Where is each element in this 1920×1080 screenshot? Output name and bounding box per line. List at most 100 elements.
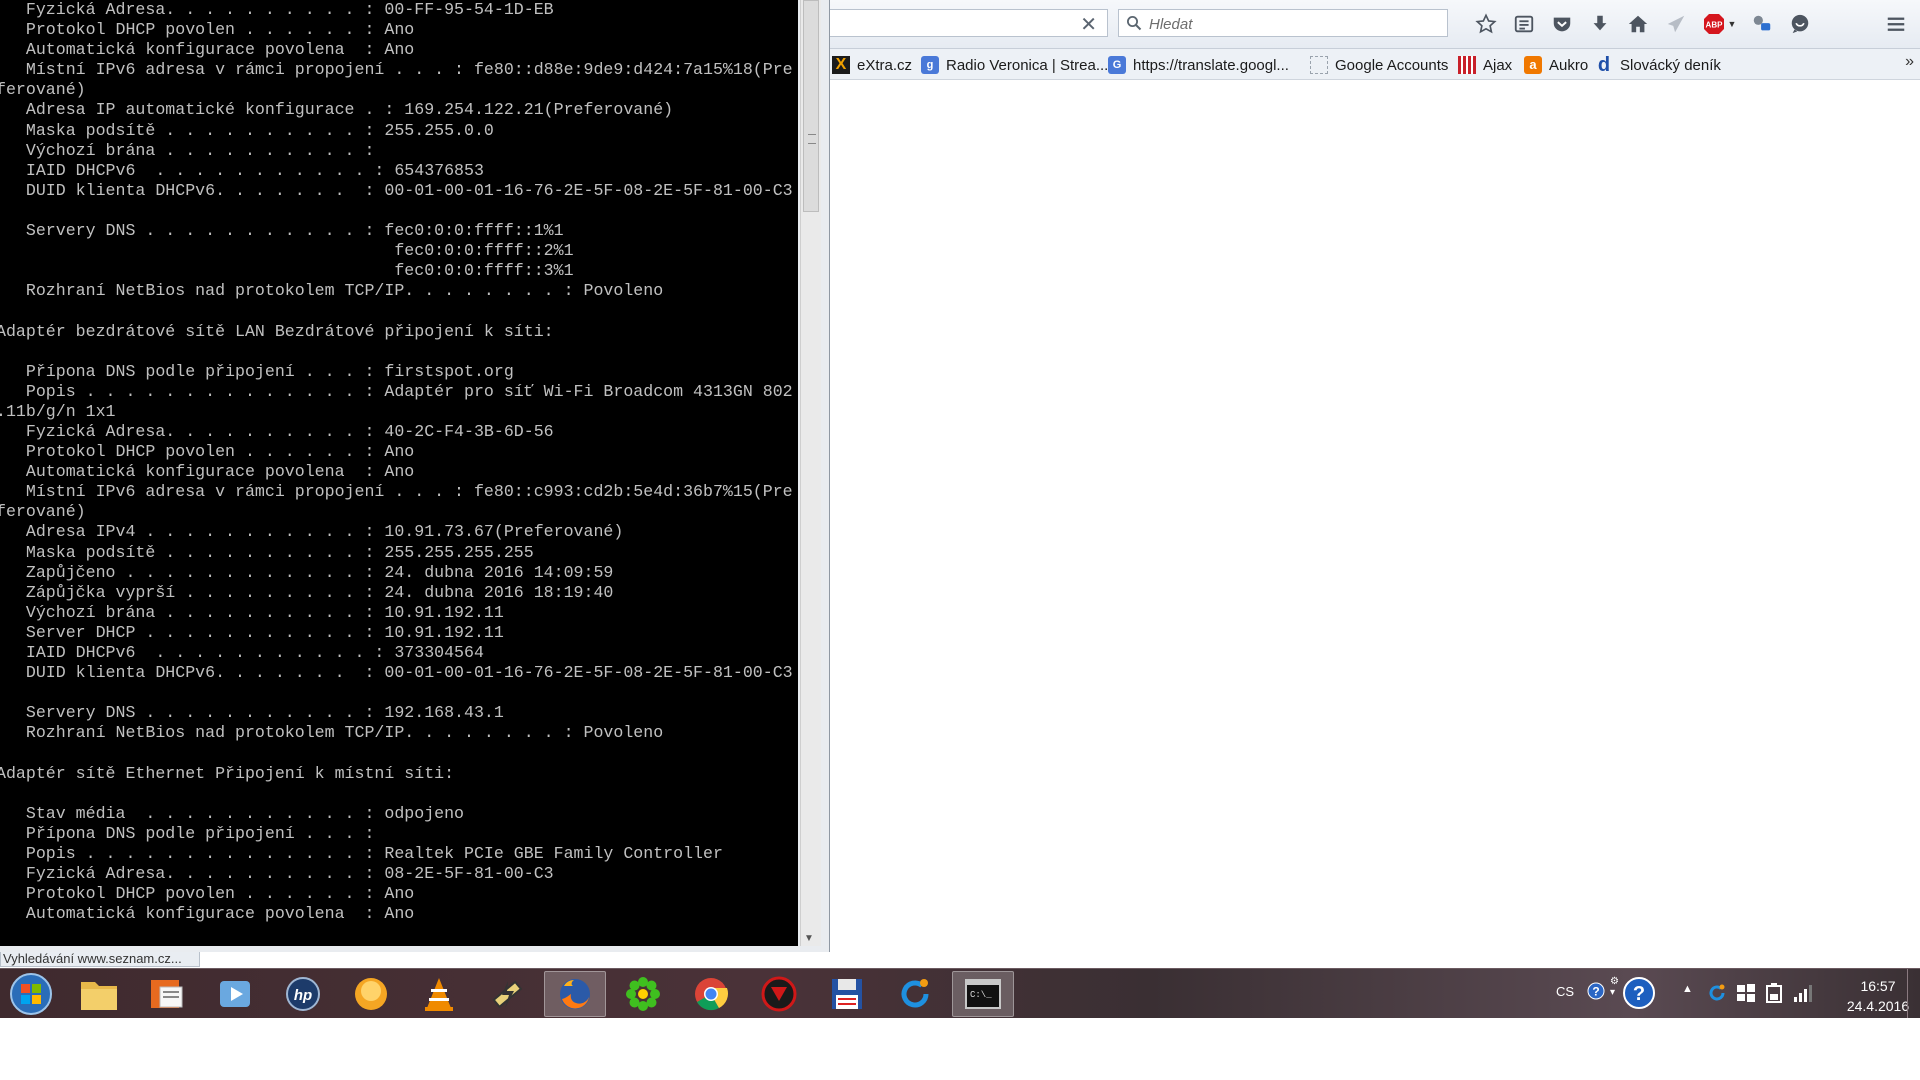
adblock-icon: ABP bbox=[1703, 14, 1724, 34]
clock-time[interactable]: 16:57 bbox=[1838, 978, 1918, 994]
console-line: Výchozí brána . . . . . . . . . . : 10.9… bbox=[0, 602, 504, 622]
bookmark-translate[interactable]: G https://translate.googl... bbox=[1108, 55, 1289, 75]
chevron-down-icon: ▼ bbox=[1727, 19, 1737, 29]
bookmark-label: Slovácký deník bbox=[1620, 56, 1721, 74]
console-line: Protokol DHCP povolen . . . . . . : Ano bbox=[0, 884, 415, 904]
taskbar-tool[interactable] bbox=[476, 971, 538, 1017]
search-icon bbox=[1127, 16, 1142, 31]
extra-icon: X bbox=[832, 56, 850, 74]
console-line: Přípona DNS podle připojení . . . : bbox=[0, 823, 375, 843]
bookmark-label: eXtra.cz bbox=[857, 56, 913, 74]
bookmark-google-accounts[interactable]: Google Accounts bbox=[1310, 55, 1448, 75]
bookmark-radio-veronica[interactable]: g Radio Veronica | Strea... bbox=[921, 55, 1108, 75]
taskbar-firefox[interactable] bbox=[544, 971, 606, 1017]
url-bar[interactable]: ✕ bbox=[830, 9, 1108, 37]
show-desktop-button[interactable] bbox=[1907, 969, 1920, 1019]
home-button[interactable] bbox=[1622, 9, 1654, 39]
bookmarks-overflow-button[interactable]: » bbox=[1905, 53, 1914, 71]
radio-icon: g bbox=[921, 56, 939, 74]
svg-text:C:\_: C:\_ bbox=[970, 990, 992, 1000]
extension-button[interactable] bbox=[1746, 9, 1778, 39]
clear-url-icon[interactable]: ✕ bbox=[1080, 12, 1097, 37]
bookmark-label: Ajax bbox=[1483, 56, 1513, 74]
console-line: Server DHCP . . . . . . . . . . . : 10.9… bbox=[0, 622, 504, 642]
chat-button[interactable] bbox=[1784, 9, 1816, 39]
console-line: DUID klienta DHCPv6. . . . . . . : 00-01… bbox=[0, 663, 793, 683]
scroll-down-arrow-icon[interactable]: ▼ bbox=[804, 933, 814, 944]
taskbar-chrome[interactable] bbox=[680, 971, 742, 1017]
game-icon bbox=[761, 976, 797, 1012]
bookmark-star-button[interactable] bbox=[1470, 9, 1502, 39]
console-line: Maska podsítě . . . . . . . . . . : 255.… bbox=[0, 120, 494, 140]
help-large-icon[interactable]: ? bbox=[1622, 976, 1656, 1010]
network-signal-icon[interactable] bbox=[1792, 982, 1814, 1004]
search-box[interactable] bbox=[1118, 9, 1448, 37]
windows-flag-icon[interactable] bbox=[1736, 983, 1756, 1003]
taskbar-save[interactable] bbox=[816, 971, 878, 1017]
star-icon bbox=[1475, 13, 1497, 34]
downloads-button[interactable] bbox=[1584, 9, 1616, 39]
bookmark-aukro[interactable]: a Aukro bbox=[1524, 55, 1588, 75]
extension-icon bbox=[1753, 15, 1771, 31]
messenger-icon bbox=[355, 978, 387, 1010]
console-output[interactable]: Fyzická Adresa. . . . . . . . . . : 00-F… bbox=[0, 0, 798, 946]
refresh-icon bbox=[901, 979, 929, 1008]
help-small-icon[interactable]: ? bbox=[1586, 981, 1606, 1001]
console-scrollbar[interactable]: ▼ bbox=[800, 0, 821, 946]
start-button[interactable] bbox=[0, 971, 62, 1017]
taskbar-explorer[interactable] bbox=[68, 971, 130, 1017]
taskbar-refresh-app[interactable] bbox=[884, 971, 946, 1017]
console-line: Stav média . . . . . . . . . . . : odpoj… bbox=[0, 803, 465, 823]
console-line: Popis . . . . . . . . . . . . . . : Real… bbox=[0, 843, 723, 863]
console-line: ferované) bbox=[0, 80, 86, 100]
command-prompt-icon: C:\_ bbox=[965, 979, 1001, 1009]
firefox-icon bbox=[560, 979, 590, 1009]
adblock-label: ABP bbox=[1705, 21, 1723, 30]
taskbar-media-player[interactable] bbox=[204, 971, 266, 1017]
bookmark-slovacky-denik[interactable]: d Slovácký deník bbox=[1595, 55, 1721, 75]
svg-text:hp: hp bbox=[294, 987, 312, 1004]
pocket-button[interactable] bbox=[1546, 9, 1578, 39]
battery-icon[interactable] bbox=[1764, 982, 1784, 1004]
console-line: Fyzická Adresa. . . . . . . . . . : 40-2… bbox=[0, 421, 554, 441]
aukro-icon: a bbox=[1524, 56, 1542, 74]
browser-toolbar: ✕ ABP ▼ bbox=[830, 0, 1920, 49]
bookmark-label: Radio Veronica | Strea... bbox=[946, 56, 1109, 74]
bookmark-label: Aukro bbox=[1549, 56, 1589, 74]
icq-icon bbox=[626, 977, 660, 1011]
console-line: fec0:0:0:ffff::3%1 bbox=[0, 261, 574, 281]
windows-start-orb-icon bbox=[10, 973, 52, 1015]
taskbar-hp[interactable]: hp bbox=[272, 971, 334, 1017]
language-indicator[interactable]: CS bbox=[1556, 984, 1574, 999]
bookmark-ajax[interactable]: Ajax bbox=[1458, 55, 1512, 75]
menu-button[interactable] bbox=[1880, 9, 1912, 39]
clock-date[interactable]: 24.4.2016 bbox=[1838, 998, 1918, 1014]
scroll-thumb[interactable] bbox=[803, 0, 819, 212]
menu-icon bbox=[1887, 17, 1905, 31]
console-line: IAID DHCPv6 . . . . . . . . . . . : 3733… bbox=[0, 643, 484, 662]
vlc-icon bbox=[425, 978, 453, 1011]
ime-options-icon[interactable]: ⚙ ▾ bbox=[1610, 976, 1619, 998]
taskbar-icq[interactable] bbox=[612, 971, 674, 1017]
console-line: Fyzická Adresa. . . . . . . . . . : 08-2… bbox=[0, 864, 554, 884]
bookmark-label: https://translate.googl... bbox=[1133, 56, 1289, 74]
taskbar-messenger[interactable] bbox=[340, 971, 402, 1017]
send-button[interactable] bbox=[1660, 9, 1692, 39]
media-player-icon bbox=[220, 981, 250, 1007]
adblock-button[interactable]: ABP ▼ bbox=[1698, 9, 1740, 39]
update-tray-icon[interactable] bbox=[1706, 982, 1728, 1004]
taskbar-vlc[interactable] bbox=[408, 971, 470, 1017]
taskbar-cmd[interactable]: C:\_ bbox=[952, 971, 1014, 1017]
show-hidden-icons-icon[interactable]: ▲ bbox=[1682, 983, 1693, 995]
svg-text:?: ? bbox=[1592, 985, 1599, 999]
search-input[interactable] bbox=[1147, 13, 1441, 35]
taskbar-game[interactable] bbox=[748, 971, 810, 1017]
reading-list-button[interactable] bbox=[1508, 9, 1540, 39]
taskbar-office[interactable] bbox=[136, 971, 198, 1017]
bookmark-extra[interactable]: X eXtra.cz bbox=[832, 55, 912, 75]
console-line: Protokol DHCP povolen . . . . . . : Ano bbox=[0, 442, 415, 462]
